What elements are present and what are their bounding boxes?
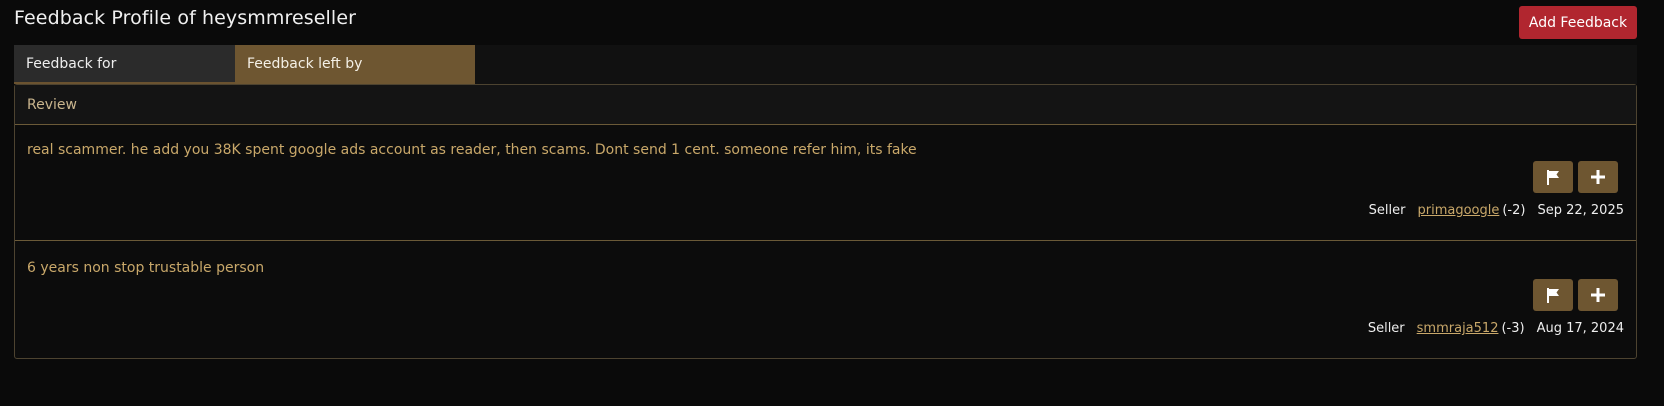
add-feedback-button[interactable]: Add Feedback [1519, 6, 1637, 39]
review-user-score: (-3) [1501, 321, 1525, 336]
review-role: Seller [1367, 321, 1405, 336]
review-item: real scammer. he add you 38K spent googl… [15, 125, 1636, 241]
review-panel: Review real scammer. he add you 38K spen… [14, 84, 1637, 359]
add-button[interactable] [1578, 161, 1618, 193]
review-user-link[interactable]: smmraja512 [1417, 321, 1499, 336]
report-button[interactable] [1533, 279, 1573, 311]
review-role: Seller [1368, 203, 1406, 218]
flag-icon [1547, 288, 1559, 303]
review-text: 6 years non stop trustable person [27, 260, 265, 276]
review-item: 6 years non stop trustable person Seller… [15, 241, 1636, 358]
review-meta: Seller primagoogle (-2) Sep 22, 2025 [1369, 203, 1624, 218]
page-title: Feedback Profile of heysmmreseller [14, 7, 357, 29]
plus-icon [1591, 170, 1605, 184]
add-button[interactable] [1578, 279, 1618, 311]
review-user-link[interactable]: primagoogle [1418, 203, 1500, 218]
review-user-score: (-2) [1502, 203, 1526, 218]
panel-header: Review [15, 85, 1636, 125]
tab-feedback-for[interactable]: Feedback for heysmmreseller [14, 45, 235, 111]
report-button[interactable] [1533, 161, 1573, 193]
review-meta: Seller smmraja512 (-3) Aug 17, 2024 [1368, 321, 1624, 336]
review-text: real scammer. he add you 38K spent googl… [27, 142, 917, 158]
review-date: Sep 22, 2025 [1537, 203, 1624, 218]
tab-feedback-left-by[interactable]: Feedback left by heysmmreseller [235, 45, 475, 111]
tab-bar: Feedback for heysmmreseller Feedback lef… [14, 45, 1637, 111]
review-date: Aug 17, 2024 [1536, 321, 1624, 336]
plus-icon [1591, 288, 1605, 302]
flag-icon [1547, 170, 1559, 185]
feedback-profile-page: Feedback Profile of heysmmreseller Add F… [0, 0, 1664, 406]
